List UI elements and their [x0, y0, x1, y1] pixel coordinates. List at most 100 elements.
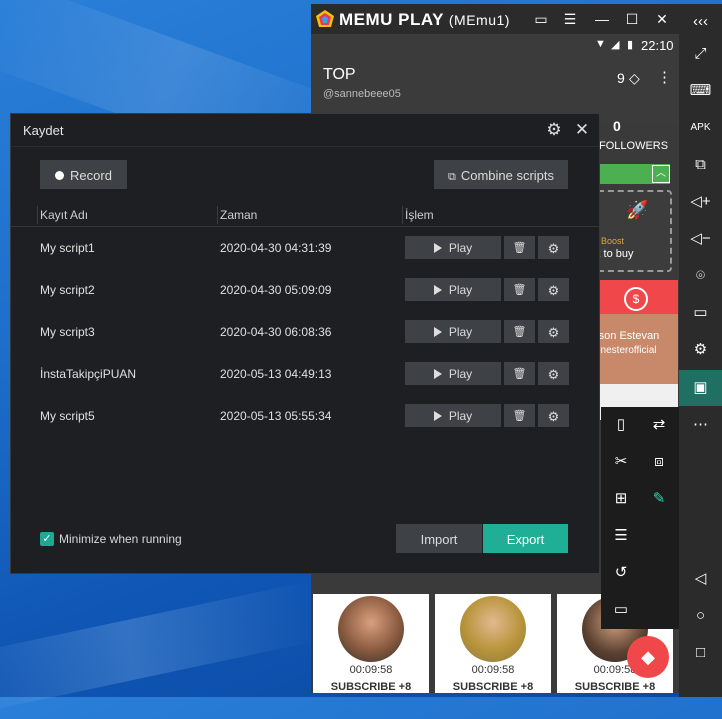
script-name: My script2 — [40, 283, 95, 297]
delete-button[interactable]: 🗑 — [504, 320, 535, 343]
delete-button[interactable]: 🗑 — [504, 278, 535, 301]
settings-icon[interactable]: ⚙ — [679, 332, 722, 368]
video-thumbnail[interactable]: 00:09:58 SUBSCRIBE +8 — [435, 594, 551, 693]
play-button[interactable]: Play — [405, 362, 501, 385]
import-button[interactable]: Import — [396, 524, 482, 553]
wallpaper-streak — [0, 581, 323, 719]
refresh-icon[interactable]: ↺ — [603, 555, 639, 591]
operation-record-icon[interactable]: ⊞ — [603, 481, 639, 517]
play-icon — [433, 243, 442, 253]
profile-name: rson Estevan — [595, 330, 660, 342]
dollar-icon: $ — [624, 287, 648, 311]
record-dot-icon — [55, 171, 65, 180]
gear-icon: ⚙ — [547, 409, 560, 424]
minimize-button[interactable]: — — [591, 9, 613, 29]
profile-handle: onesterofficial — [595, 345, 657, 356]
video-record-icon[interactable]: ▭ — [603, 592, 639, 628]
trash-icon: 🗑 — [512, 368, 527, 380]
signal-icon: ◢ — [611, 39, 620, 51]
fullscreen-icon[interactable]: ⤢ — [679, 36, 722, 72]
script-settings-button[interactable]: ⚙ — [538, 236, 569, 259]
delete-button[interactable]: 🗑 — [504, 236, 535, 259]
header-divider — [11, 226, 599, 227]
combine-icon: ⧉ — [447, 171, 456, 183]
script-settings-button[interactable]: ⚙ — [538, 404, 569, 427]
play-button[interactable]: Play — [405, 278, 501, 301]
subscribe-label: SUBSCRIBE +8 — [574, 681, 656, 693]
sync-icon[interactable]: ⇄ — [641, 407, 677, 443]
location-icon[interactable]: ⌾ — [679, 258, 722, 294]
column-header-name: Kayıt Adı — [40, 208, 89, 222]
export-button[interactable]: Export — [483, 524, 568, 553]
table-row: My script2 2020-04-30 05:09:09 Play 🗑 ⚙ — [11, 276, 599, 303]
play-icon — [433, 285, 442, 295]
video-thumbnail[interactable]: 00:09:58 SUBSCRIBE +8 — [313, 594, 429, 693]
play-button[interactable]: Play — [405, 320, 501, 343]
divider — [11, 146, 599, 147]
close-icon[interactable]: ✕ — [571, 120, 593, 140]
script-time: 2020-04-30 05:09:09 — [220, 283, 332, 297]
combine-scripts-button[interactable]: ⧉ Combine scripts — [434, 160, 568, 189]
dialog-title: Kaydet — [23, 123, 64, 138]
list-icon[interactable]: ☰ — [603, 518, 639, 554]
macro-icon[interactable]: ▣ — [679, 370, 722, 406]
overflow-menu-icon[interactable]: ⋮ — [657, 68, 672, 86]
script-settings-button[interactable]: ⚙ — [538, 320, 569, 343]
kaydet-dialog: Kaydet ⚙ ✕ Record ⧉ Combine scripts Kayıt… — [10, 113, 600, 574]
more-tools-panel: ▯ ⇄ ✂ ⧈ ⊞ ✎ ☰ ↺ ▭ — [601, 407, 679, 629]
cut-icon[interactable]: ✂ — [603, 444, 639, 480]
more-icon[interactable]: ⋯ — [679, 407, 722, 443]
collapse-toolbar-icon[interactable]: ‹‹‹ — [679, 4, 722, 40]
record-button-label: Record — [70, 168, 112, 183]
multi-window-icon[interactable]: ⧉ — [679, 147, 722, 183]
play-button[interactable]: Play — [405, 236, 501, 259]
minimize-label: Minimize when running — [59, 532, 182, 546]
script-name: My script3 — [40, 325, 95, 339]
rotate-screen-icon[interactable]: ⧈ — [641, 444, 677, 480]
maximize-button[interactable]: ☐ — [621, 9, 643, 29]
keyboard-icon[interactable]: ⌨ — [679, 73, 722, 109]
record-button[interactable]: Record — [40, 160, 127, 189]
minimize-checkbox[interactable]: ✓ — [40, 532, 54, 546]
script-time: 2020-05-13 05:55:34 — [220, 409, 332, 423]
delete-button[interactable]: 🗑 — [504, 362, 535, 385]
folder-icon[interactable]: ▭ — [679, 295, 722, 331]
script-settings-button[interactable]: ⚙ — [538, 362, 569, 385]
gem-count: 9 — [617, 70, 625, 86]
wifi-icon: ▼ — [595, 38, 606, 50]
script-time: 2020-05-13 04:49:13 — [220, 367, 332, 381]
menu-icon[interactable]: ☰ — [559, 9, 581, 29]
play-button-label: Play — [448, 241, 473, 255]
script-settings-button[interactable]: ⚙ — [538, 278, 569, 301]
edit-icon[interactable]: ✎ — [641, 481, 677, 517]
trash-icon: 🗑 — [512, 284, 527, 296]
close-button[interactable]: ✕ — [651, 9, 673, 29]
volume-down-icon[interactable]: ◁− — [679, 221, 722, 257]
table-row: My script3 2020-04-30 06:08:36 Play 🗑 ⚙ — [11, 318, 599, 345]
gear-icon[interactable]: ⚙ — [544, 120, 564, 140]
play-button-label: Play — [448, 409, 473, 423]
trash-icon: 🗑 — [512, 410, 527, 422]
back-icon[interactable]: ◁ — [679, 561, 722, 597]
boost-label: Boost — [601, 236, 625, 246]
recents-icon[interactable]: □ — [679, 635, 722, 671]
apk-icon[interactable]: APK — [679, 110, 722, 146]
column-header-time: Zaman — [220, 208, 258, 222]
android-status-bar: ▼ ◢ ▮ 22:10 — [311, 34, 679, 58]
script-name: My script5 — [40, 409, 95, 423]
memu-instance: (MEmu1) — [448, 12, 510, 28]
restore-icon[interactable]: ▭ — [530, 9, 552, 29]
home-icon[interactable]: ○ — [679, 598, 722, 634]
followers-label: FOLLOWERS — [599, 140, 669, 152]
volume-up-icon[interactable]: ◁+ — [679, 184, 722, 220]
thumbnail-time: 00:09:58 — [349, 664, 393, 676]
status-time: 22:10 — [641, 38, 674, 53]
chevron-up-icon[interactable]: ︿ — [652, 165, 670, 183]
followers-count: 0 — [613, 118, 621, 134]
app-username: @sannebeee05 — [323, 88, 401, 100]
delete-button[interactable]: 🗑 — [504, 404, 535, 427]
shake-icon[interactable]: ▯ — [603, 407, 639, 443]
diamond-fab[interactable]: ◆ — [627, 636, 669, 678]
play-button[interactable]: Play — [405, 404, 501, 427]
green-bar[interactable]: ︿ — [594, 164, 670, 184]
